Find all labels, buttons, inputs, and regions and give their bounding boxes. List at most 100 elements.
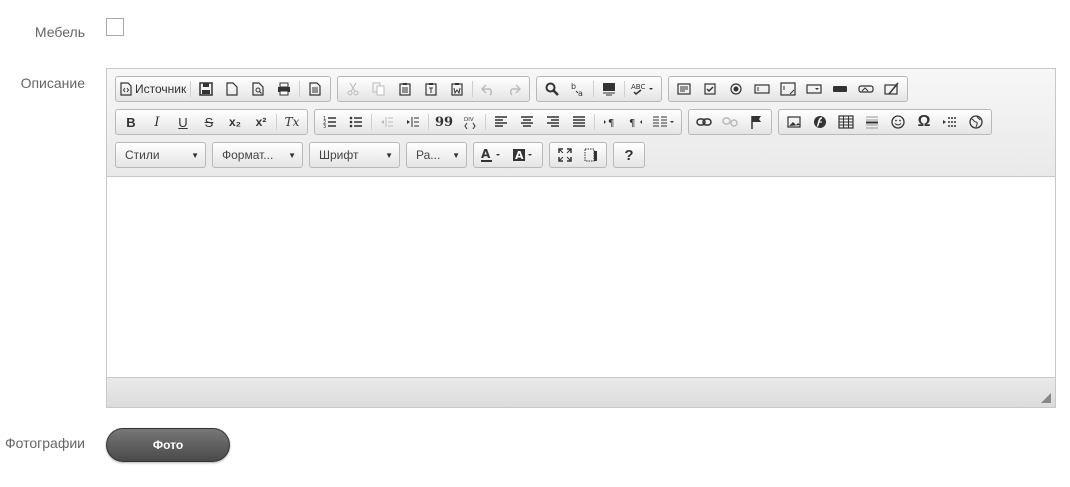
select-button[interactable]	[801, 78, 827, 100]
maximize-button[interactable]	[552, 144, 578, 166]
form-button[interactable]	[671, 78, 697, 100]
radio-button[interactable]	[723, 78, 749, 100]
separator	[485, 114, 486, 130]
align-left-button[interactable]	[488, 111, 514, 133]
language-button[interactable]	[649, 111, 679, 133]
select-all-button[interactable]	[596, 78, 622, 100]
separator	[624, 81, 626, 97]
redo-button[interactable]	[501, 78, 527, 100]
rich-text-editor: Источник b a ABC B I U S x₂ x² Tx 1 2 3 …	[106, 68, 1056, 408]
furniture-checkbox[interactable]	[106, 18, 124, 36]
cut-button[interactable]	[340, 78, 366, 100]
bulleted-list-button[interactable]	[343, 111, 369, 133]
size-combo-label: Ра...	[416, 148, 441, 162]
horizontal-rule-button[interactable]	[859, 111, 885, 133]
resize-handle-icon[interactable]	[1041, 393, 1051, 403]
paste-word-button[interactable]	[444, 78, 470, 100]
editor-status-bar	[107, 377, 1055, 407]
templates-button[interactable]	[302, 78, 328, 100]
image-button-button[interactable]	[853, 78, 879, 100]
separator	[276, 114, 277, 130]
outdent-button[interactable]	[374, 111, 400, 133]
flash-button[interactable]	[807, 111, 833, 133]
show-blocks-button[interactable]	[578, 144, 604, 166]
textarea-button[interactable]	[775, 78, 801, 100]
page-break-button[interactable]	[937, 111, 963, 133]
find-button[interactable]	[539, 78, 565, 100]
format-combo[interactable]: Формат... ▼	[212, 142, 303, 168]
bg-color-button[interactable]: A	[508, 144, 540, 166]
separator	[299, 81, 301, 97]
numbered-list-button[interactable]: 123	[317, 111, 343, 133]
undo-icon	[481, 84, 493, 96]
anchor-button[interactable]	[743, 111, 769, 133]
chevron-down-icon: ▼	[385, 150, 393, 160]
svg-text:a: a	[578, 89, 583, 97]
align-right-button[interactable]	[540, 111, 566, 133]
font-combo[interactable]: Шрифт ▼	[309, 142, 400, 168]
styles-combo[interactable]: Стили ▼	[115, 142, 206, 168]
indent-button[interactable]	[400, 111, 426, 133]
image-button[interactable]	[781, 111, 807, 133]
print-button[interactable]	[271, 78, 297, 100]
text-color-button[interactable]: A	[476, 144, 508, 166]
radio-icon	[730, 83, 742, 95]
textfield-button[interactable]	[749, 78, 775, 100]
rtl-button[interactable]: ¶	[623, 111, 649, 133]
preview-button[interactable]	[245, 78, 271, 100]
paste-button[interactable]	[392, 78, 418, 100]
show-blocks-icon	[584, 148, 597, 162]
underline-button[interactable]: U	[170, 111, 196, 133]
globe-icon	[969, 115, 983, 129]
italic-button[interactable]: I	[144, 111, 170, 133]
align-center-icon	[521, 116, 533, 127]
svg-text:3: 3	[323, 124, 326, 129]
editor-content-area[interactable]	[107, 177, 1055, 377]
remove-format-button[interactable]: Tx	[279, 111, 305, 133]
special-char-button[interactable]: Ω	[911, 111, 937, 133]
page-break-icon	[943, 117, 957, 127]
button-button[interactable]	[827, 78, 853, 100]
paste-text-button[interactable]	[418, 78, 444, 100]
checkbox-button[interactable]	[697, 78, 723, 100]
align-right-icon	[547, 116, 559, 127]
strike-button[interactable]: S	[196, 111, 222, 133]
photo-upload-button[interactable]: Фото	[106, 428, 230, 462]
select-all-icon	[603, 83, 616, 96]
svg-text:DIV: DIV	[464, 117, 474, 123]
source-button-label: Источник	[135, 82, 187, 96]
hidden-field-button[interactable]	[879, 78, 905, 100]
styles-combo-label: Стили	[125, 148, 160, 162]
paragraph-group: 123 99 DIV ¶ ¶	[314, 109, 682, 135]
paste-text-icon	[425, 83, 437, 96]
create-div-icon: DIV	[464, 117, 476, 129]
save-button[interactable]	[193, 78, 219, 100]
help-button[interactable]: ?	[616, 144, 642, 166]
size-combo[interactable]: Ра... ▼	[406, 142, 467, 168]
bold-button[interactable]: B	[118, 111, 144, 133]
create-div-button[interactable]: DIV	[457, 111, 483, 133]
ltr-button[interactable]: ¶	[597, 111, 623, 133]
smiley-button[interactable]	[885, 111, 911, 133]
copy-button[interactable]	[366, 78, 392, 100]
image-button-icon	[858, 85, 874, 93]
new-page-button[interactable]	[219, 78, 245, 100]
align-center-button[interactable]	[514, 111, 540, 133]
svg-text:¶: ¶	[608, 118, 614, 129]
source-button[interactable]: Источник	[118, 78, 188, 100]
spellcheck-button[interactable]: ABC	[627, 78, 659, 100]
svg-text:ABC: ABC	[631, 83, 645, 91]
unlink-button[interactable]	[717, 111, 743, 133]
align-justify-button[interactable]	[566, 111, 592, 133]
subscript-button[interactable]: x₂	[222, 111, 248, 133]
undo-button[interactable]	[475, 78, 501, 100]
links-group	[688, 109, 772, 135]
cut-icon	[347, 82, 359, 96]
link-button[interactable]	[691, 111, 717, 133]
table-button[interactable]	[833, 111, 859, 133]
replace-button[interactable]: ba	[565, 78, 591, 100]
blockquote-button[interactable]: 99	[431, 111, 457, 133]
document-group: Источник	[115, 76, 332, 102]
superscript-button[interactable]: x²	[248, 111, 274, 133]
iframe-button[interactable]	[963, 111, 989, 133]
